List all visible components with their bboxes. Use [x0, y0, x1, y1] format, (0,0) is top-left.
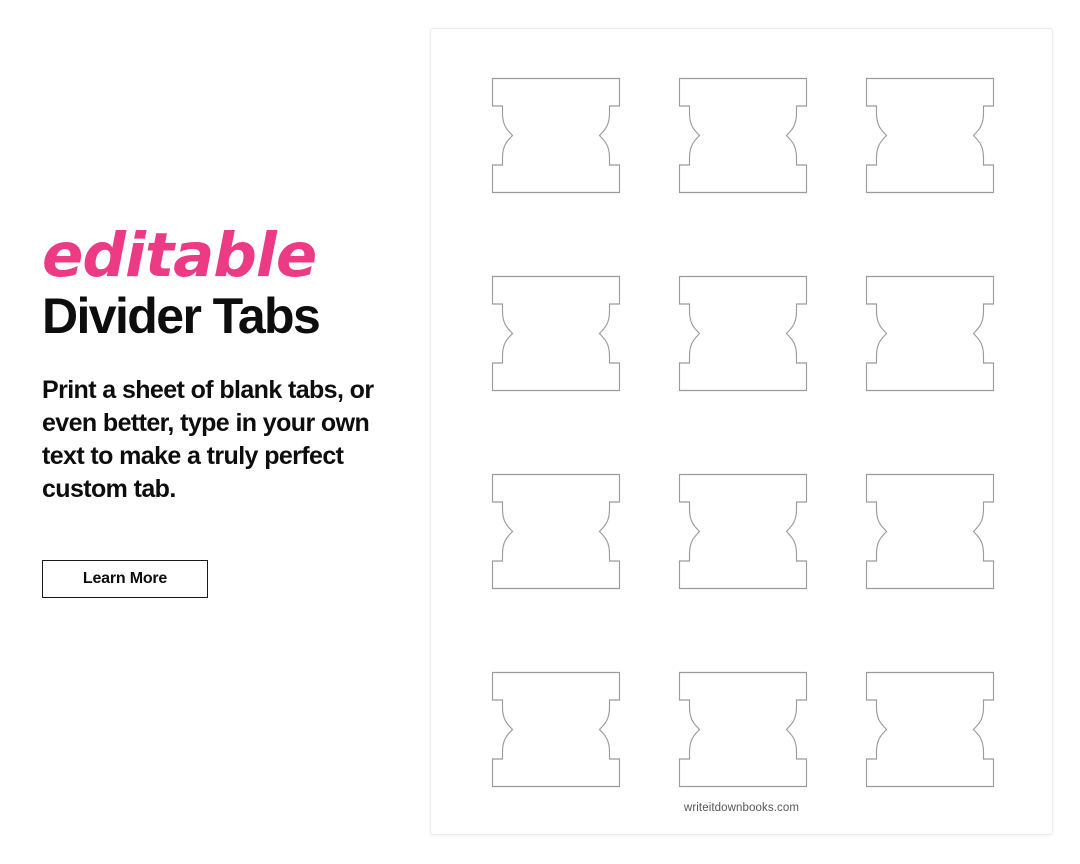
divider-tab-outline-icon	[678, 77, 808, 194]
divider-tab-outline-icon	[865, 473, 995, 590]
divider-tab-outline-icon	[491, 77, 621, 194]
eyebrow-editable: editable	[42, 220, 317, 291]
sheet-footer-url: writeitdownbooks.com	[683, 802, 800, 814]
divider-tab-grid	[491, 77, 995, 788]
divider-tab-outline-icon	[491, 275, 621, 392]
cta-container: Learn More	[42, 560, 420, 599]
divider-tab[interactable]	[678, 473, 808, 590]
divider-tab-outline-icon	[678, 671, 808, 788]
divider-tab-outline-icon	[678, 275, 808, 392]
promo-description: Print a sheet of blank tabs, or even bet…	[42, 376, 374, 504]
learn-more-button[interactable]: Learn More	[42, 560, 208, 599]
divider-tab[interactable]	[865, 275, 995, 392]
divider-tab[interactable]	[491, 671, 621, 788]
divider-tab[interactable]	[865, 473, 995, 590]
divider-tab-outline-icon	[865, 77, 995, 194]
divider-tab[interactable]	[491, 77, 621, 194]
promo-content: editable Divider Tabs Print a sheet of b…	[42, 220, 420, 599]
divider-tab[interactable]	[678, 275, 808, 392]
divider-tab-outline-icon	[865, 275, 995, 392]
divider-tab[interactable]	[865, 671, 995, 788]
divider-tab[interactable]	[678, 671, 808, 788]
promo-panel: editable Divider Tabs Print a sheet of b…	[0, 0, 430, 864]
page-title: Divider Tabs	[42, 288, 321, 345]
divider-tab[interactable]	[491, 275, 621, 392]
printable-sheet-card: writeitdownbooks.com	[430, 28, 1053, 835]
divider-tab-outline-icon	[491, 671, 621, 788]
divider-tab[interactable]	[491, 473, 621, 590]
promo-page: editable Divider Tabs Print a sheet of b…	[0, 0, 1080, 864]
divider-tab[interactable]	[678, 77, 808, 194]
divider-tab-outline-icon	[865, 671, 995, 788]
divider-tab-outline-icon	[678, 473, 808, 590]
divider-tab[interactable]	[865, 77, 995, 194]
divider-tab-outline-icon	[491, 473, 621, 590]
